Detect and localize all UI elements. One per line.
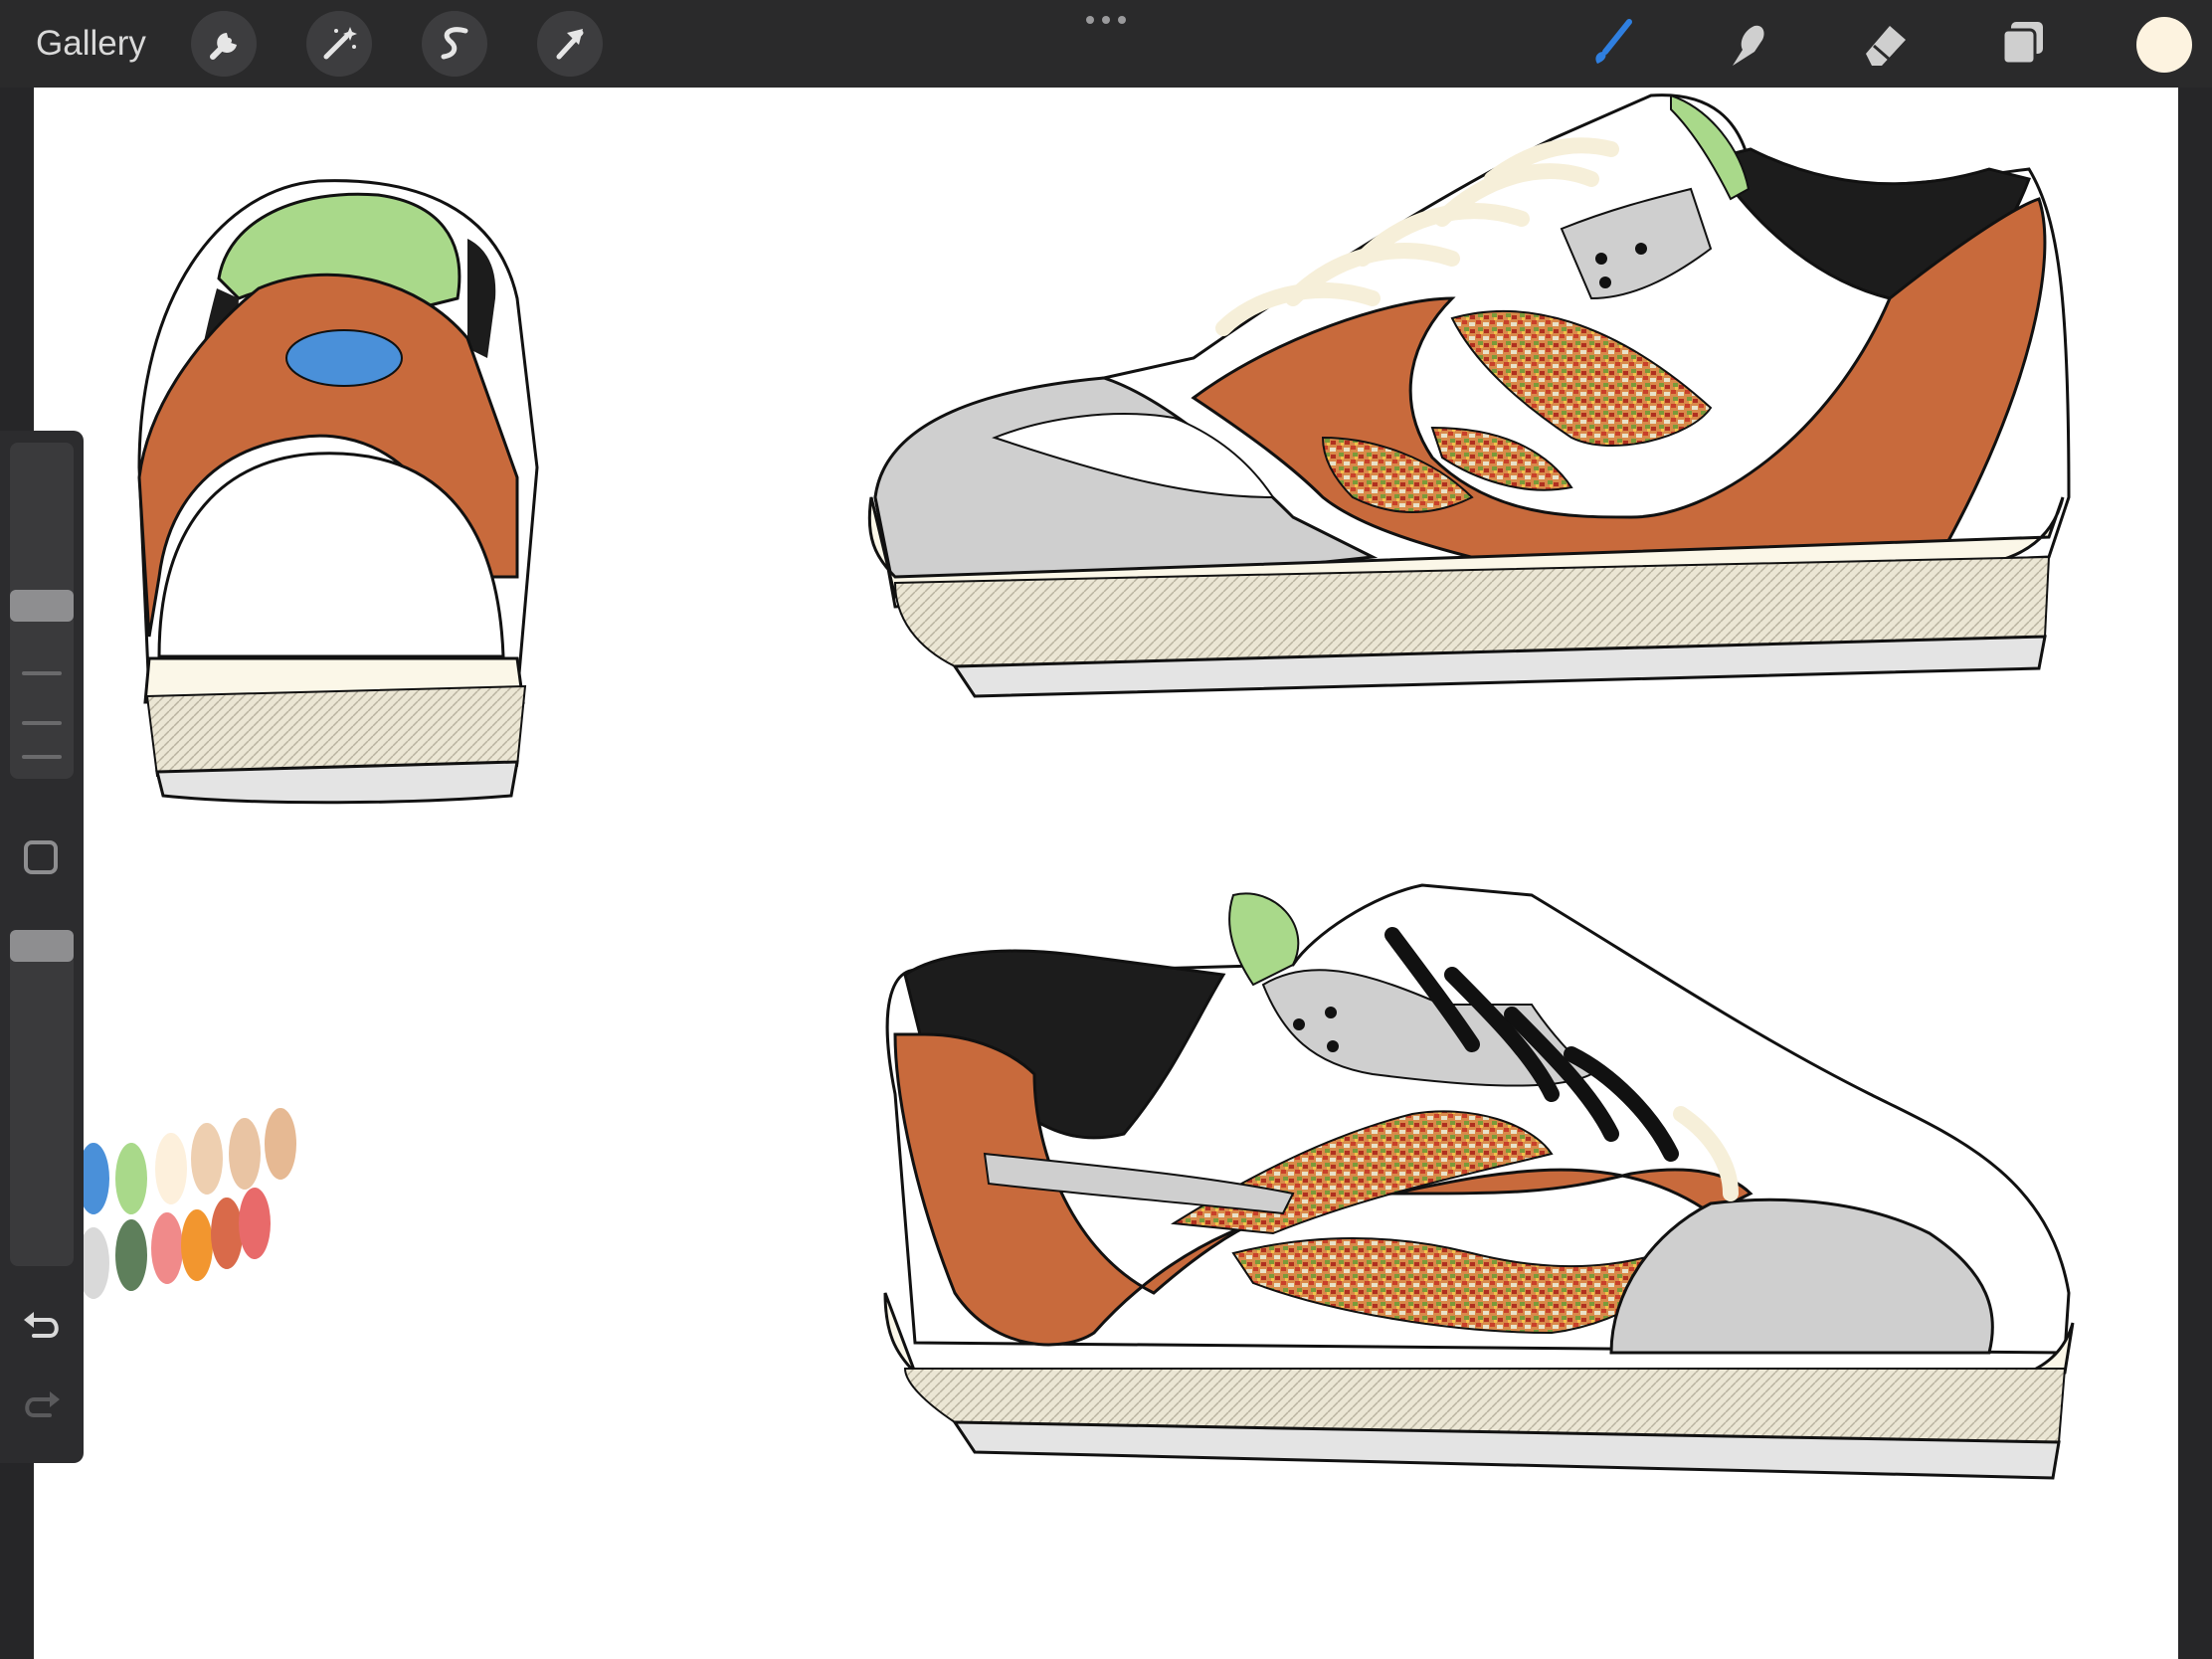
magic-wand-icon [323,27,357,60]
slider-tick [22,671,62,675]
brush-size-thumb[interactable] [10,590,74,622]
selection-s-icon [441,27,468,60]
smudge-finger-icon [1733,25,1764,67]
paint-tool-button[interactable] [1577,12,1641,76]
layers-button[interactable] [1991,12,2055,76]
transform-button[interactable] [537,11,603,77]
gallery-button[interactable]: Gallery [36,22,146,66]
drawing-canvas[interactable] [34,88,2178,1659]
brush-icon [1595,19,1632,64]
opacity-slider[interactable] [10,930,74,1266]
sneaker-illustration [78,93,2075,1480]
opacity-thumb[interactable] [10,930,74,962]
side-view-shoe-bottom [883,883,2075,1480]
palette-smudge [239,1188,271,1259]
color-swatch-button[interactable] [2136,17,2192,73]
wrench-icon [210,33,237,60]
layers-icon [2001,22,2043,66]
eraser-icon [1866,26,1906,66]
side-view-shoe-top [867,93,2071,698]
actions-button[interactable] [191,11,257,77]
ellipsis-icon[interactable] [1082,8,1130,32]
palette-smudge [115,1219,147,1291]
palette-smudge [155,1133,187,1204]
brush-size-slider[interactable] [10,443,74,779]
adjustments-button[interactable] [306,11,372,77]
color-palette-smudges [78,1108,296,1299]
arrow-cursor-icon [556,29,584,60]
modify-button[interactable] [24,840,58,874]
palette-smudge [115,1143,147,1214]
top-toolbar: Gallery [0,0,2212,88]
palette-smudge [229,1118,261,1190]
palette-smudge [265,1108,296,1180]
palette-smudge [181,1209,213,1281]
redo-arrow-icon[interactable] [20,1385,64,1425]
rear-view-shoe [137,179,539,805]
undo-arrow-icon[interactable] [20,1306,64,1346]
selection-button[interactable] [422,11,487,77]
palette-smudge [191,1123,223,1195]
left-sidebar [0,431,84,1463]
slider-tick [22,755,62,759]
erase-tool-button[interactable] [1852,12,1916,76]
slider-tick [22,721,62,725]
palette-smudge [151,1212,183,1284]
palette-smudge [211,1198,243,1269]
smudge-tool-button[interactable] [1715,12,1778,76]
